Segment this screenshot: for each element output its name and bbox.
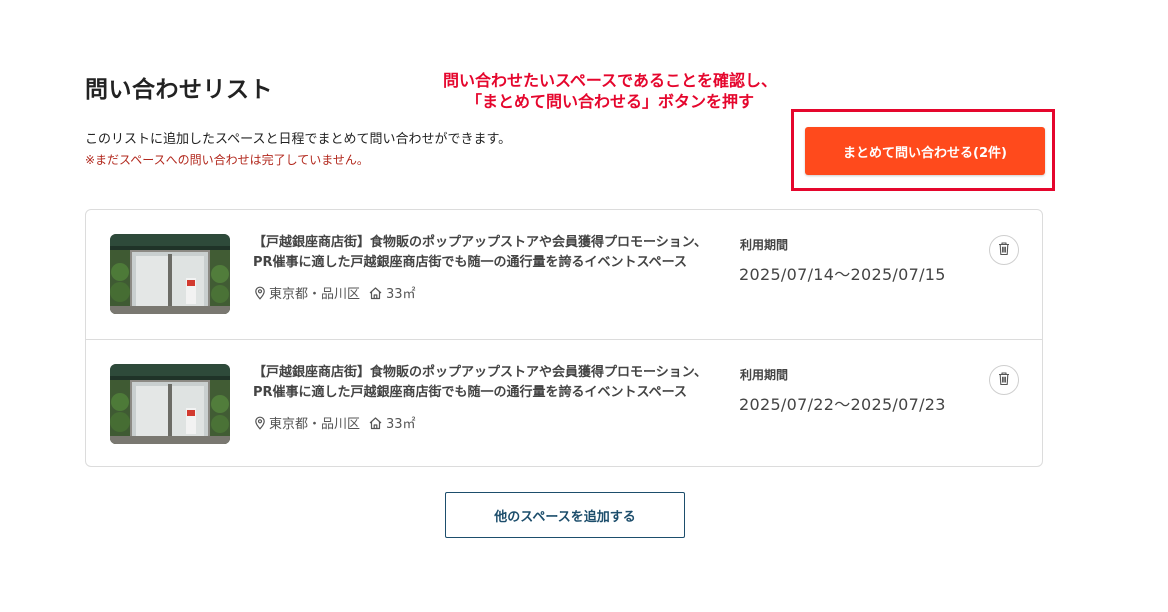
period-value: 2025/07/14〜2025/07/15 [739,265,946,284]
bulk-inquiry-button[interactable]: まとめて問い合わせる(2件) [805,127,1045,175]
add-space-button[interactable]: 他のスペースを追加する [445,492,685,538]
space-meta: 東京都・品川区 33㎡ [253,283,416,302]
page-title: 問い合わせリスト [85,77,273,103]
space-meta: 東京都・品川区 33㎡ [253,413,416,432]
location-text: 東京都・品川区 [269,287,361,302]
trash-icon [997,241,1011,260]
area-text: 33㎡ [386,287,416,302]
description-text: このリストに追加したスペースと日程でまとめて問い合わせができます。 [85,132,512,147]
list-item: 【戸越銀座商店街】食物販のポップアップストアや会員獲得プロモーション、PR催事に… [86,210,1042,338]
space-title[interactable]: 【戸越銀座商店街】食物販のポップアップストアや会員獲得プロモーション、PR催事に… [253,233,715,273]
house-icon [368,416,383,430]
annotation-line-1: 問い合わせたいスペースであることを確認し、 [443,71,777,90]
trash-icon [997,371,1011,390]
area-text: 33㎡ [386,417,416,432]
warning-note: ※まだスペースへの問い合わせは完了していません。 [85,153,369,167]
space-title[interactable]: 【戸越銀座商店街】食物販のポップアップストアや会員獲得プロモーション、PR催事に… [253,363,715,403]
map-pin-icon [253,286,267,300]
annotation-line-2: 「まとめて問い合わせる」ボタンを押す [465,92,754,111]
map-pin-icon [253,416,267,430]
list-item: 【戸越銀座商店街】食物販のポップアップストアや会員獲得プロモーション、PR催事に… [86,339,1042,466]
space-thumbnail[interactable] [110,234,230,314]
instruction-annotation: 問い合わせたいスペースであることを確認し、 「まとめて問い合わせる」ボタンを押す [410,70,810,112]
period-label: 利用期間 [740,238,789,252]
inquiry-list: 【戸越銀座商店街】食物販のポップアップストアや会員獲得プロモーション、PR催事に… [85,209,1043,467]
delete-button[interactable] [989,365,1019,395]
location-text: 東京都・品川区 [269,417,361,432]
space-thumbnail[interactable] [110,364,230,444]
period-label: 利用期間 [740,368,789,382]
period-value: 2025/07/22〜2025/07/23 [739,395,946,414]
house-icon [368,286,383,300]
delete-button[interactable] [989,235,1019,265]
